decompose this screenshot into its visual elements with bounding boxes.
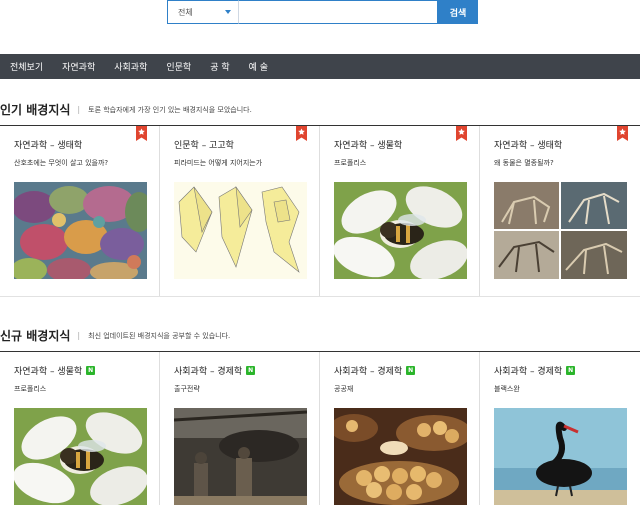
recent-card[interactable]: 사회과학 – 경제학 N 공공재 [320,352,480,505]
search-bar: 전체 검색 [167,0,478,24]
category-nav: 전체보기 자연과학 사회과학 인문학 공 학 예 술 [0,54,640,79]
new-badge: N [566,365,576,375]
search-button[interactable]: 검색 [438,0,478,24]
nav-item-natural-science[interactable]: 자연과학 [62,60,95,73]
popular-card[interactable]: 자연과학 – 생태학 산호초에는 무엇이 살고 있을까? [0,126,160,296]
section-description: 토론 학습자에게 가장 인기 있는 배경지식을 모았습니다. [88,105,252,114]
new-badge: N [246,365,256,375]
nav-item-social-science[interactable]: 사회과학 [114,60,147,73]
popular-card[interactable]: 자연과학 – 생태학 왜 동물은 멸종될까? [480,126,640,296]
card-question: 산호초에는 무엇이 살고 있을까? [14,159,109,167]
bookmark-star-icon [617,126,628,141]
section-description: 최신 업데이트된 배경지식을 공부할 수 있습니다. [88,331,231,340]
popular-card[interactable]: 인문학 – 고고학 피라미드는 어떻게 지어지는가 [160,126,320,296]
recent-cards: 자연과학 – 생물학 N 프로폴리스 사회과학 – 경제학 N 출구전략 사회과… [0,352,640,505]
recent-card[interactable]: 사회과학 – 경제학 N 출구전략 [160,352,320,505]
bookmark-star-icon [136,126,147,141]
card-question: 블랙스완 [494,385,520,393]
section-title: 신규 배경지식 [0,329,71,343]
section-title: 인기 배경지식 [0,103,71,117]
card-thumbnail[interactable] [174,182,307,279]
card-thumbnail[interactable] [14,408,147,505]
popular-card[interactable]: 자연과학 – 생물학 프로폴리스 [320,126,480,296]
card-category-label: 사회과학 – 경제학 [174,366,243,377]
bookmark-star-icon [296,126,307,141]
new-badge: N [406,365,416,375]
card-question: 프로폴리스 [14,385,47,393]
card-thumbnail[interactable] [174,408,307,505]
chevron-right-icon: ❘ [75,105,83,114]
card-category-label: 사회과학 – 경제학 [494,366,563,377]
bee-flower-image [14,408,147,505]
card-category: 사회과학 – 경제학 N [334,364,479,377]
soldiers-helicopter-image [174,408,307,505]
card-category-label: 자연과학 – 생물학 [14,366,83,377]
bee-flower-image [334,182,467,279]
search-scope-value: 전체 [178,7,193,17]
section-separator [0,296,640,297]
chevron-down-icon [225,10,231,14]
card-category-label: 사회과학 – 경제학 [334,366,403,377]
nav-item-engineering[interactable]: 공 학 [210,60,229,73]
card-question: 프로폴리스 [334,159,367,167]
card-thumbnail[interactable] [334,408,467,505]
new-badge: N [86,365,96,375]
card-thumbnail[interactable] [494,182,627,279]
coral-reef-image [14,182,147,279]
search-scope-select[interactable]: 전체 [167,0,238,24]
nav-item-all[interactable]: 전체보기 [10,60,43,73]
popular-cards: 자연과학 – 생태학 산호초에는 무엇이 살고 있을까? 인문학 – 고고학 피… [0,126,640,296]
pyramid-diagram-image [174,182,307,279]
recent-card[interactable]: 자연과학 – 생물학 N 프로폴리스 [0,352,160,505]
bookmark-star-icon [456,126,467,141]
card-thumbnail[interactable] [494,408,627,505]
card-category: 자연과학 – 생물학 N [14,364,159,377]
card-thumbnail[interactable] [334,182,467,279]
card-question: 출구전략 [174,385,200,393]
card-question: 왜 동물은 멸종될까? [494,159,554,167]
popular-section-header: 인기 배경지식 ❘ 토론 학습자에게 가장 인기 있는 배경지식을 모았습니다. [0,101,640,118]
card-category: 사회과학 – 경제학 N [174,364,319,377]
recent-section-header: 신규 배경지식 ❘ 최신 업데이트된 배경지식을 공부할 수 있습니다. [0,327,640,344]
dinosaur-fossils-image [494,182,627,279]
bread-baskets-image [334,408,467,505]
black-swan-image [494,408,627,505]
card-category: 사회과학 – 경제학 N [494,364,640,377]
chevron-right-icon: ❘ [75,331,83,340]
nav-item-arts[interactable]: 예 술 [249,60,268,73]
recent-card[interactable]: 사회과학 – 경제학 N 블랙스완 [480,352,640,505]
card-question: 피라미드는 어떻게 지어지는가 [174,159,263,167]
card-question: 공공재 [334,385,354,393]
search-input[interactable] [238,0,438,24]
nav-item-humanities[interactable]: 인문학 [166,60,191,73]
card-thumbnail[interactable] [14,182,147,279]
